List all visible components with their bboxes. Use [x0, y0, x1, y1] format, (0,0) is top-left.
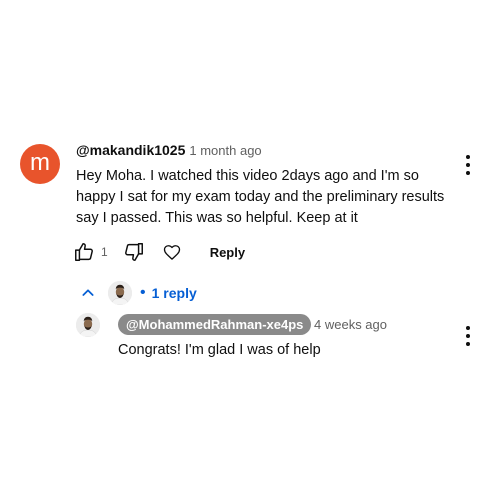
thumbs-down-icon[interactable] [122, 240, 146, 264]
comment-text: Hey Moha. I watched this video 2days ago… [76, 168, 445, 226]
reply-button[interactable]: Reply [210, 245, 245, 260]
comment-timestamp[interactable]: 1 month ago [189, 143, 261, 158]
reply-avatar[interactable] [76, 313, 100, 337]
comment-header: @makandik1025 1 month ago [76, 142, 262, 160]
comment-actions: 1 Reply [72, 240, 245, 264]
replies-count-label[interactable]: 1 reply [152, 285, 197, 301]
more-vert-icon[interactable] [465, 155, 471, 175]
reply-more-vert-icon[interactable] [465, 326, 471, 346]
thumbs-up-icon[interactable] [72, 240, 96, 264]
like-count: 1 [101, 245, 108, 259]
reply-author-badge[interactable]: @MohammedRahman-xe4ps [118, 314, 312, 335]
chevron-up-icon [80, 285, 96, 301]
comment-author[interactable]: @makandik1025 [76, 142, 185, 158]
reply-timestamp[interactable]: 4 weeks ago [314, 317, 387, 332]
commenter-avatar[interactable]: m [20, 144, 60, 184]
separator-dot: • [140, 284, 146, 301]
reply-author-thumbnail [108, 281, 132, 305]
replies-toggle[interactable]: • 1 reply [80, 280, 197, 306]
reply-text: Congrats! I'm glad I was of help [118, 342, 321, 358]
heart-icon[interactable] [160, 240, 184, 264]
